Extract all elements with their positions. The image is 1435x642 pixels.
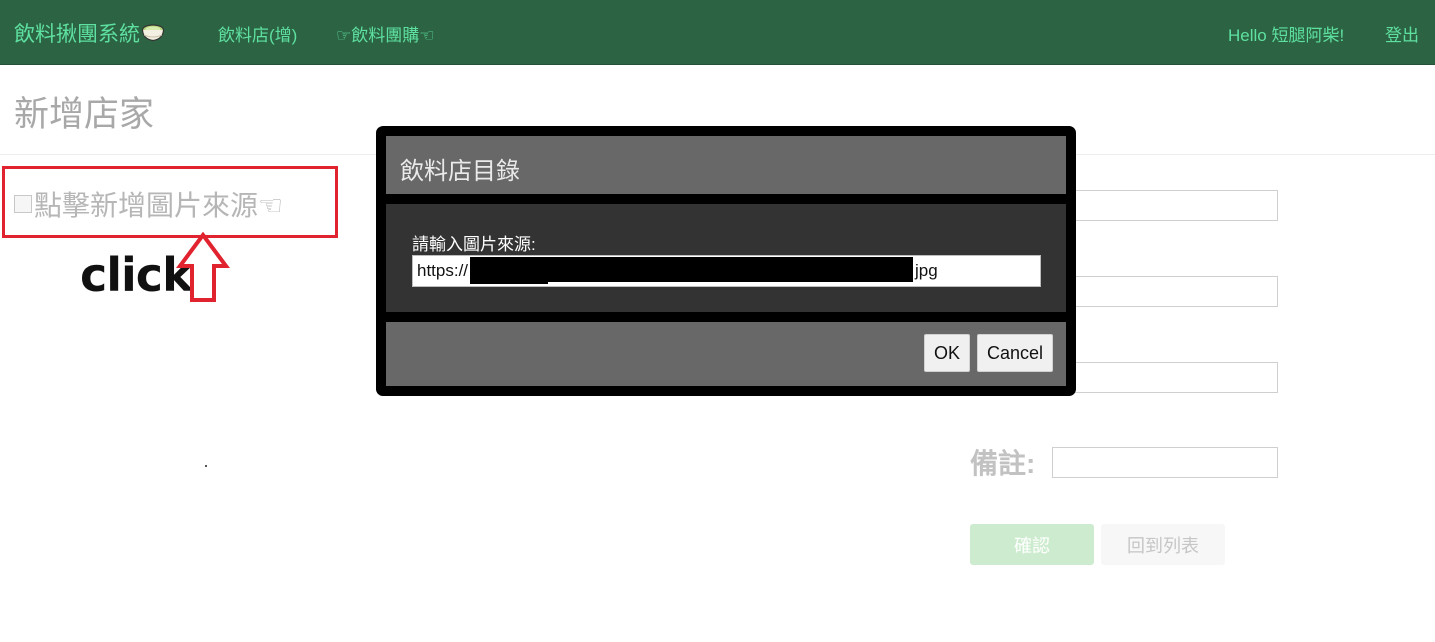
image-source-dialog: 飲料店目錄 請輸入圖片來源: jpg OK Cancel [376, 126, 1076, 396]
shop-name-input[interactable] [1052, 190, 1278, 221]
dialog-footer: OK Cancel [386, 322, 1066, 386]
image-url-suffix: jpg [915, 261, 938, 280]
nav-link-group-buy[interactable]: ☞飲料團購☜ [336, 21, 434, 46]
dialog-header: 飲料店目錄 [386, 136, 1066, 194]
brand-logo[interactable]: 飲料揪團系統 [14, 18, 165, 48]
up-arrow-icon [176, 232, 230, 302]
annotation-click-label: click [80, 248, 193, 302]
user-greeting[interactable]: Hello 短腿阿柴! [1228, 21, 1344, 46]
dialog-body: 請輸入圖片來源: jpg [386, 204, 1066, 312]
cancel-button[interactable]: Cancel [977, 334, 1053, 372]
nav-link-shops[interactable]: 飲料店(增) [218, 21, 297, 46]
top-navbar: 飲料揪團系統 飲料店(增) ☞飲料團購☜ Hello 短腿阿柴! 登出 [0, 0, 1435, 65]
back-to-list-button[interactable]: 回到列表 [1101, 524, 1225, 565]
drink-cup-icon [141, 22, 165, 44]
note-label: 備註: [970, 448, 1036, 479]
dialog-title: 飲料店目錄 [400, 158, 520, 185]
url-redaction-bar [470, 257, 913, 282]
note-input[interactable] [1052, 447, 1278, 478]
annotation-highlight-box [2, 166, 338, 238]
page-title: 新增店家 [14, 95, 155, 134]
stray-dot [205, 465, 207, 467]
brand-name: 飲料揪團系統 [14, 23, 140, 46]
image-url-label: 請輸入圖片來源: [412, 235, 536, 254]
confirm-button[interactable]: 確認 [970, 524, 1094, 565]
logout-link[interactable]: 登出 [1385, 21, 1419, 46]
ok-button[interactable]: OK [924, 334, 970, 372]
page-root: 飲料揪團系統 飲料店(增) ☞飲料團購☜ Hello 短腿阿柴! 登出 新增店家… [0, 0, 1435, 642]
shop-address-input[interactable] [1052, 362, 1278, 393]
url-redaction-bar-lower [470, 280, 548, 284]
shop-phone-input[interactable] [1052, 276, 1278, 307]
